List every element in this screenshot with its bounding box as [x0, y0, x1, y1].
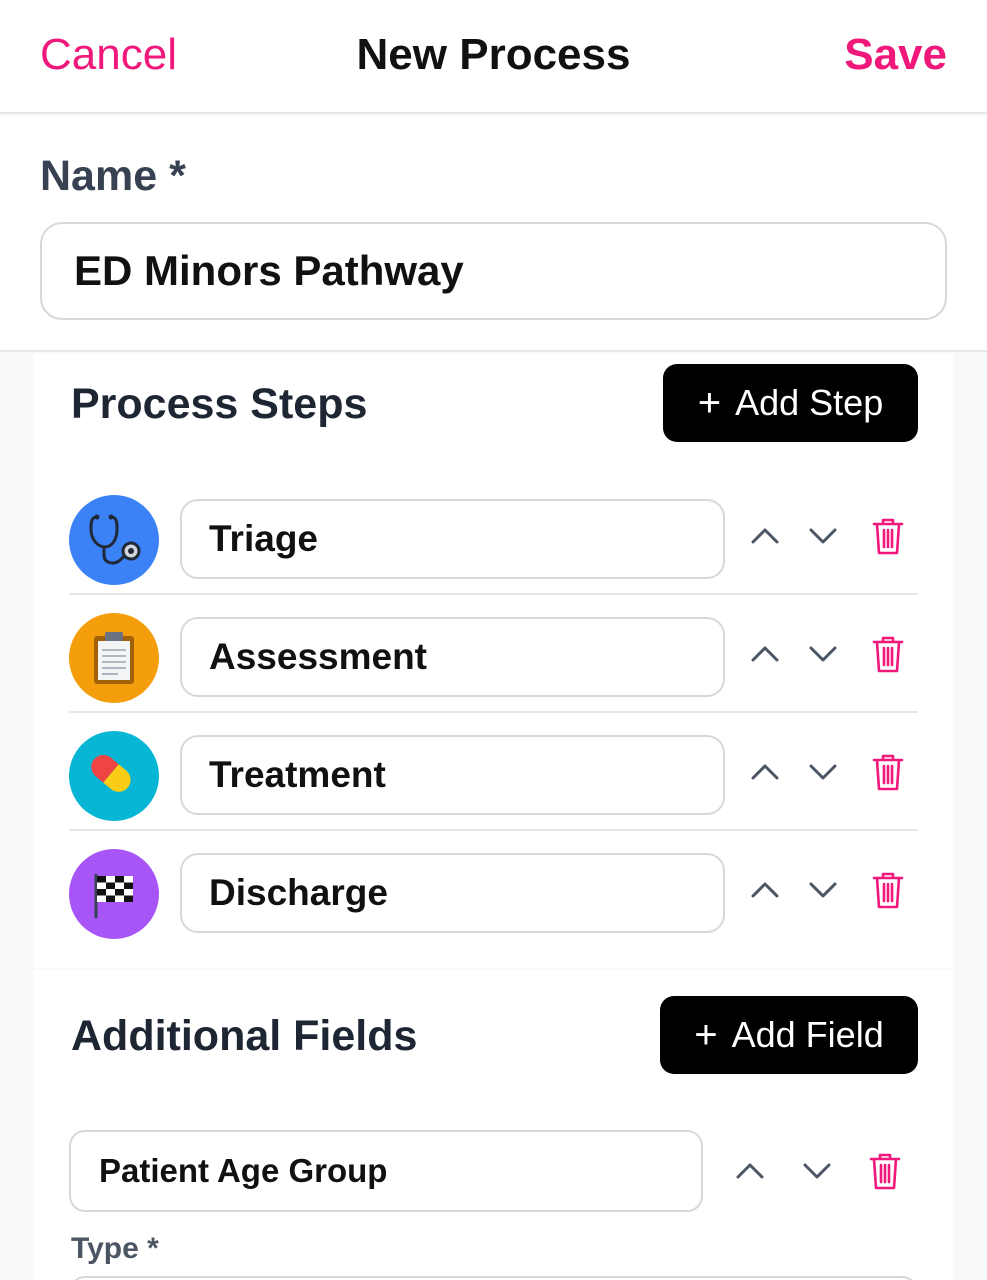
step-name-input[interactable]: [180, 617, 725, 697]
trash-icon[interactable]: [868, 634, 908, 674]
step-name-input[interactable]: [180, 735, 725, 815]
chevron-up-icon[interactable]: [745, 870, 785, 910]
add-step-label: Add Step: [735, 382, 884, 423]
chevron-down-icon[interactable]: [803, 870, 843, 910]
trash-icon[interactable]: [868, 516, 908, 556]
clipboard-icon: [69, 613, 159, 703]
step-name-input[interactable]: [180, 499, 725, 579]
trash-icon[interactable]: [868, 752, 908, 792]
process-steps-title: Process Steps: [71, 380, 368, 428]
plus-icon: +: [697, 381, 722, 425]
add-field-label: Add Field: [731, 1014, 884, 1055]
step-row-assessment: [69, 595, 918, 713]
stethoscope-icon: [69, 495, 159, 585]
page-title: New Process: [356, 30, 631, 79]
plus-icon: +: [694, 1013, 718, 1057]
step-row-treatment: [69, 713, 918, 831]
type-label: Type *: [71, 1232, 159, 1265]
type-select[interactable]: [69, 1276, 918, 1280]
field-name-input[interactable]: [69, 1130, 703, 1212]
chevron-up-icon[interactable]: [730, 1151, 770, 1191]
additional-fields-card: Additional Fields + Add Field Type *: [34, 970, 953, 1280]
step-row-discharge: [69, 831, 918, 949]
step-name-input[interactable]: [180, 853, 725, 933]
trash-icon[interactable]: [868, 870, 908, 910]
pill-icon: [69, 731, 159, 821]
chevron-down-icon[interactable]: [803, 634, 843, 674]
add-step-button[interactable]: + Add Step: [663, 364, 918, 442]
chevron-up-icon[interactable]: [745, 634, 785, 674]
save-button[interactable]: Save: [844, 30, 947, 80]
additional-fields-title: Additional Fields: [71, 1012, 418, 1060]
name-section: Name *: [0, 116, 987, 352]
name-label: Name *: [40, 152, 186, 200]
step-row-triage: [69, 477, 918, 595]
name-input[interactable]: [40, 222, 947, 320]
chevron-up-icon[interactable]: [745, 516, 785, 556]
checkered-flag-icon: [69, 849, 159, 939]
nav-bar: Cancel New Process Save: [0, 0, 987, 114]
process-steps-card: Process Steps + Add Step: [34, 354, 953, 968]
chevron-down-icon[interactable]: [803, 516, 843, 556]
trash-icon[interactable]: [865, 1151, 905, 1191]
add-field-button[interactable]: + Add Field: [660, 996, 918, 1074]
chevron-up-icon[interactable]: [745, 752, 785, 792]
chevron-down-icon[interactable]: [797, 1151, 837, 1191]
chevron-down-icon[interactable]: [803, 752, 843, 792]
